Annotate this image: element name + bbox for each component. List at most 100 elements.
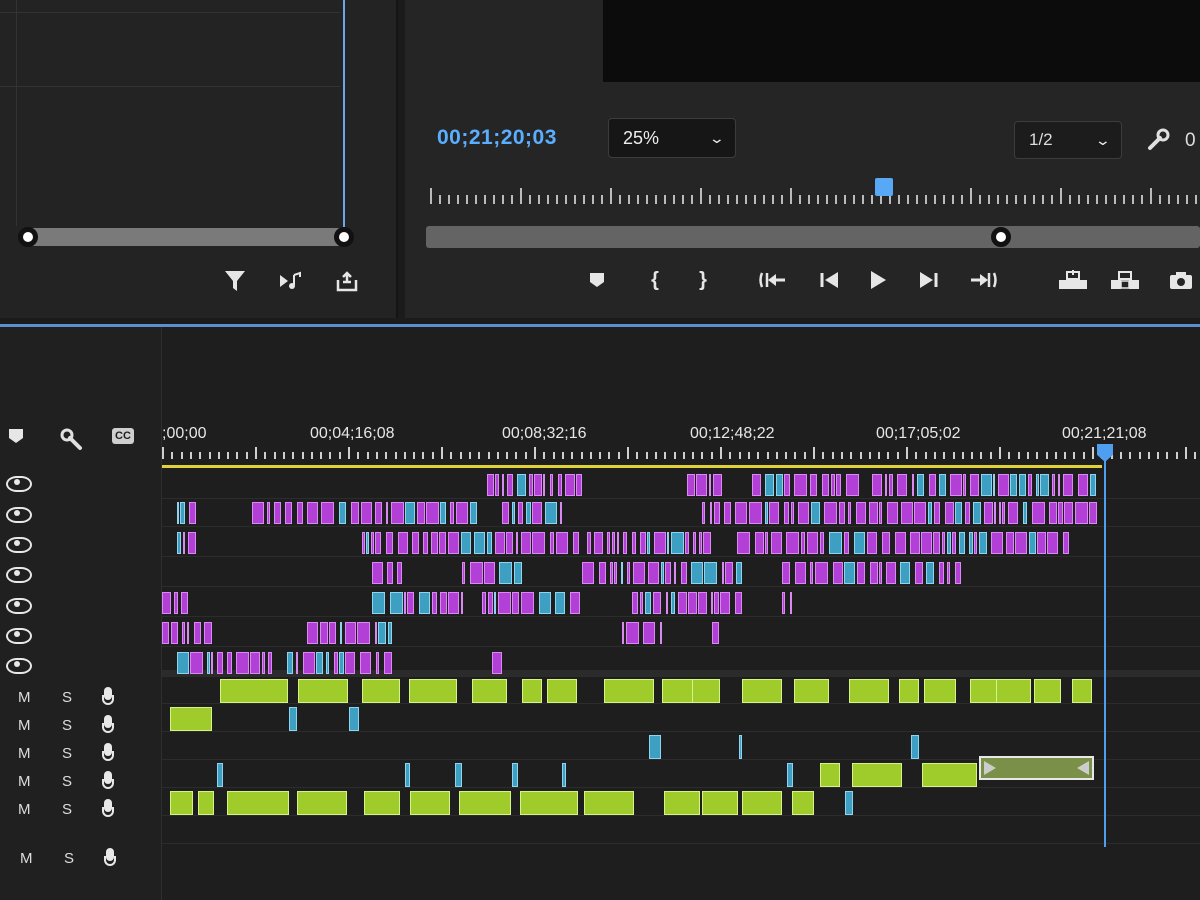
video-clip[interactable] bbox=[969, 532, 973, 554]
video-clip[interactable] bbox=[942, 532, 945, 554]
video-clip[interactable] bbox=[499, 562, 512, 584]
video-clip[interactable] bbox=[431, 532, 438, 554]
video-clip[interactable] bbox=[236, 652, 249, 674]
mute-track-button[interactable]: M bbox=[18, 745, 31, 762]
timeline-settings-wrench-icon[interactable] bbox=[58, 427, 84, 456]
video-clip[interactable] bbox=[405, 502, 415, 524]
selected-audio-clip[interactable] bbox=[979, 756, 1094, 780]
video-clip[interactable] bbox=[1010, 474, 1017, 496]
video-clip[interactable] bbox=[507, 474, 513, 496]
video-clip[interactable] bbox=[534, 474, 542, 496]
audio-clip[interactable] bbox=[1072, 679, 1092, 703]
video-clip[interactable] bbox=[386, 502, 388, 524]
video-clip[interactable] bbox=[621, 562, 623, 584]
video-clip[interactable] bbox=[667, 532, 669, 554]
video-clip[interactable] bbox=[914, 502, 926, 524]
video-clip[interactable] bbox=[303, 652, 315, 674]
video-clip[interactable] bbox=[945, 502, 954, 524]
toggle-track-output-eye-icon[interactable] bbox=[6, 596, 32, 614]
extract-icon[interactable] bbox=[1107, 265, 1143, 295]
video-clip[interactable] bbox=[703, 532, 711, 554]
audio-clip[interactable] bbox=[692, 679, 720, 703]
video-clip[interactable] bbox=[207, 652, 210, 674]
video-clip[interactable] bbox=[376, 652, 379, 674]
insert-audio-icon[interactable] bbox=[278, 268, 304, 294]
video-clip[interactable] bbox=[714, 592, 719, 614]
video-clip[interactable] bbox=[999, 502, 1001, 524]
video-clip[interactable] bbox=[885, 474, 887, 496]
video-clip[interactable] bbox=[790, 592, 792, 614]
video-clip[interactable] bbox=[432, 592, 437, 614]
video-clip[interactable] bbox=[388, 622, 392, 644]
settings-wrench-icon[interactable] bbox=[1146, 128, 1172, 158]
video-clip[interactable] bbox=[845, 791, 853, 815]
video-clip[interactable] bbox=[926, 562, 934, 584]
video-clip[interactable] bbox=[1089, 502, 1097, 524]
solo-track-button[interactable]: S bbox=[62, 717, 72, 734]
video-clip[interactable] bbox=[307, 622, 318, 644]
video-clip[interactable] bbox=[617, 532, 619, 554]
video-clip[interactable] bbox=[831, 474, 835, 496]
video-clip[interactable] bbox=[450, 502, 454, 524]
video-clip[interactable] bbox=[423, 532, 428, 554]
video-clip[interactable] bbox=[699, 532, 702, 554]
add-marker-icon[interactable] bbox=[585, 265, 609, 295]
video-clip[interactable] bbox=[217, 763, 223, 787]
video-clip[interactable] bbox=[334, 652, 338, 674]
video-clip[interactable] bbox=[455, 763, 462, 787]
video-clip[interactable] bbox=[645, 592, 651, 614]
video-clip[interactable] bbox=[404, 592, 406, 614]
audio-clip[interactable] bbox=[409, 679, 457, 703]
video-clip[interactable] bbox=[1047, 532, 1058, 554]
video-clip[interactable] bbox=[1008, 502, 1018, 524]
video-clip[interactable] bbox=[391, 502, 404, 524]
video-clip[interactable] bbox=[829, 532, 842, 554]
audio-clip[interactable] bbox=[852, 763, 902, 787]
video-clip[interactable] bbox=[886, 562, 896, 584]
video-clip[interactable] bbox=[696, 474, 707, 496]
video-clip[interactable] bbox=[250, 652, 260, 674]
video-clip[interactable] bbox=[397, 562, 402, 584]
timeline-marker-icon[interactable] bbox=[8, 427, 24, 450]
video-clip[interactable] bbox=[375, 622, 377, 644]
audio-clip[interactable] bbox=[820, 763, 840, 787]
video-clip[interactable] bbox=[316, 652, 323, 674]
video-clip[interactable] bbox=[183, 532, 185, 554]
video-clip[interactable] bbox=[426, 502, 439, 524]
video-clip[interactable] bbox=[833, 562, 843, 584]
video-clip[interactable] bbox=[702, 502, 705, 524]
video-clip[interactable] bbox=[488, 592, 493, 614]
video-clip[interactable] bbox=[162, 592, 171, 614]
video-clip[interactable] bbox=[671, 532, 684, 554]
video-clip[interactable] bbox=[691, 562, 703, 584]
toggle-track-output-eye-icon[interactable] bbox=[6, 565, 32, 583]
video-clip[interactable] bbox=[440, 592, 447, 614]
video-clip[interactable] bbox=[794, 474, 807, 496]
video-clip[interactable] bbox=[895, 532, 906, 554]
audio-clip[interactable] bbox=[170, 791, 193, 815]
video-clip[interactable] bbox=[1052, 474, 1055, 496]
program-zoom-scrollbar[interactable] bbox=[426, 226, 1200, 248]
video-clip[interactable] bbox=[412, 532, 419, 554]
playhead-timecode[interactable]: 00;21;20;03 bbox=[437, 126, 557, 150]
video-clip[interactable] bbox=[665, 562, 671, 584]
video-clip[interactable] bbox=[190, 652, 203, 674]
solo-track-button[interactable]: S bbox=[62, 745, 72, 762]
audio-clip[interactable] bbox=[970, 679, 998, 703]
video-clip[interactable] bbox=[736, 562, 742, 584]
video-clip[interactable] bbox=[375, 532, 381, 554]
video-clip[interactable] bbox=[901, 502, 913, 524]
video-clip[interactable] bbox=[181, 592, 188, 614]
video-clip[interactable] bbox=[320, 622, 328, 644]
audio-clip[interactable] bbox=[662, 679, 694, 703]
audio-clip[interactable] bbox=[664, 791, 700, 815]
voice-over-record-mic-icon[interactable] bbox=[104, 848, 116, 868]
video-clip[interactable] bbox=[362, 532, 365, 554]
video-clip[interactable] bbox=[947, 562, 950, 584]
solo-track-button[interactable]: S bbox=[62, 689, 72, 706]
video-clip[interactable] bbox=[262, 652, 265, 674]
video-clip[interactable] bbox=[339, 502, 346, 524]
video-clip[interactable] bbox=[526, 502, 531, 524]
video-clip[interactable] bbox=[345, 622, 356, 644]
video-clip[interactable] bbox=[550, 474, 553, 496]
